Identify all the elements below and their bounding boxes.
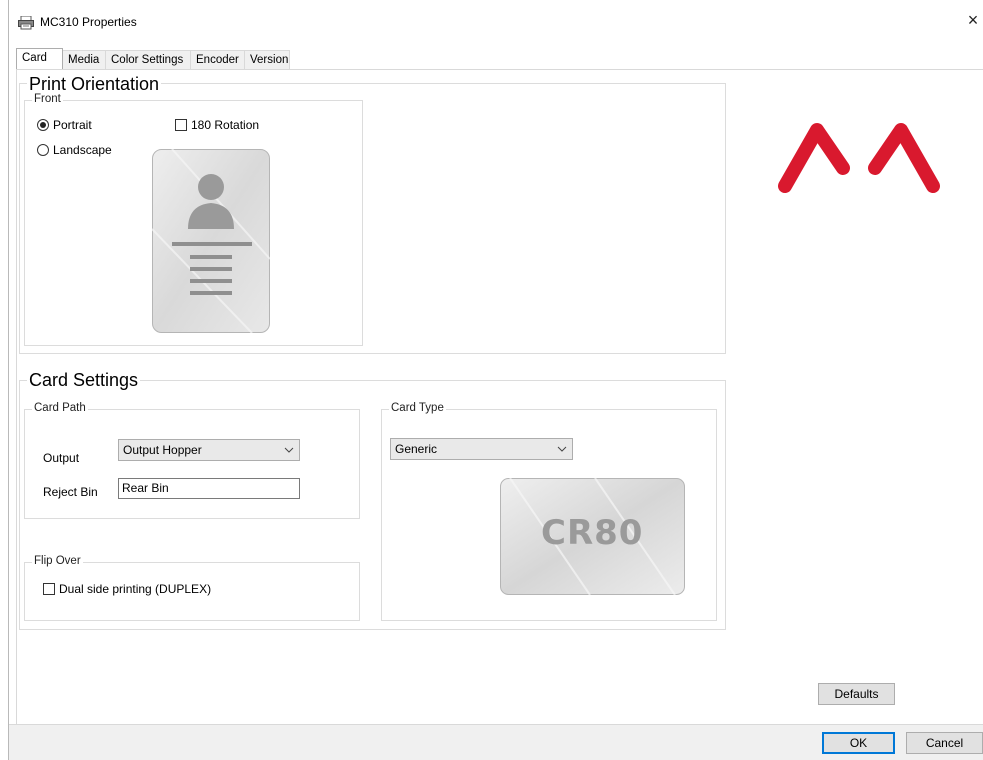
cancel-button[interactable]: Cancel (906, 732, 983, 754)
tab-version[interactable]: Version (244, 50, 290, 69)
brand-logo (778, 123, 940, 193)
ok-button[interactable]: OK (822, 732, 895, 754)
title-bar[interactable] (9, 0, 983, 40)
printer-icon (18, 16, 34, 30)
duplex-checkbox[interactable] (43, 583, 55, 595)
landscape-label[interactable]: Landscape (53, 143, 112, 157)
front-label: Front (32, 93, 63, 106)
card-type-select-value: Generic (395, 442, 438, 456)
portrait-card-preview (152, 149, 270, 333)
card-type-select[interactable]: Generic (390, 438, 573, 460)
reject-bin-input[interactable]: Rear Bin (118, 478, 300, 499)
tab-media[interactable]: Media (62, 50, 106, 69)
reject-bin-label: Reject Bin (43, 485, 98, 499)
close-icon[interactable]: × (963, 10, 983, 30)
defaults-button[interactable]: Defaults (818, 683, 895, 705)
rotation-label[interactable]: 180 Rotation (191, 118, 259, 132)
flip-over-title: Flip Over (32, 555, 83, 568)
tab-color-settings[interactable]: Color Settings (105, 50, 191, 69)
rotation-checkbox[interactable] (175, 119, 187, 131)
landscape-radio[interactable] (37, 144, 49, 156)
card-path-title: Card Path (32, 402, 88, 415)
card-type-title: Card Type (389, 402, 446, 415)
tab-card[interactable]: Card (16, 48, 63, 69)
chevron-down-icon (557, 446, 567, 452)
window-title: MC310 Properties (40, 15, 137, 29)
portrait-label[interactable]: Portrait (53, 118, 92, 132)
chevron-down-icon (284, 447, 294, 453)
tab-encoder[interactable]: Encoder (190, 50, 245, 69)
cr80-card-label: CR80 (541, 513, 644, 553)
portrait-radio[interactable] (37, 119, 49, 131)
print-orientation-title: Print Orientation (27, 74, 162, 94)
duplex-label[interactable]: Dual side printing (DUPLEX) (59, 582, 211, 596)
window-border (8, 0, 9, 760)
output-select[interactable]: Output Hopper (118, 439, 300, 461)
output-label: Output (43, 451, 80, 465)
output-select-value: Output Hopper (123, 443, 202, 457)
card-settings-title: Card Settings (27, 370, 141, 390)
